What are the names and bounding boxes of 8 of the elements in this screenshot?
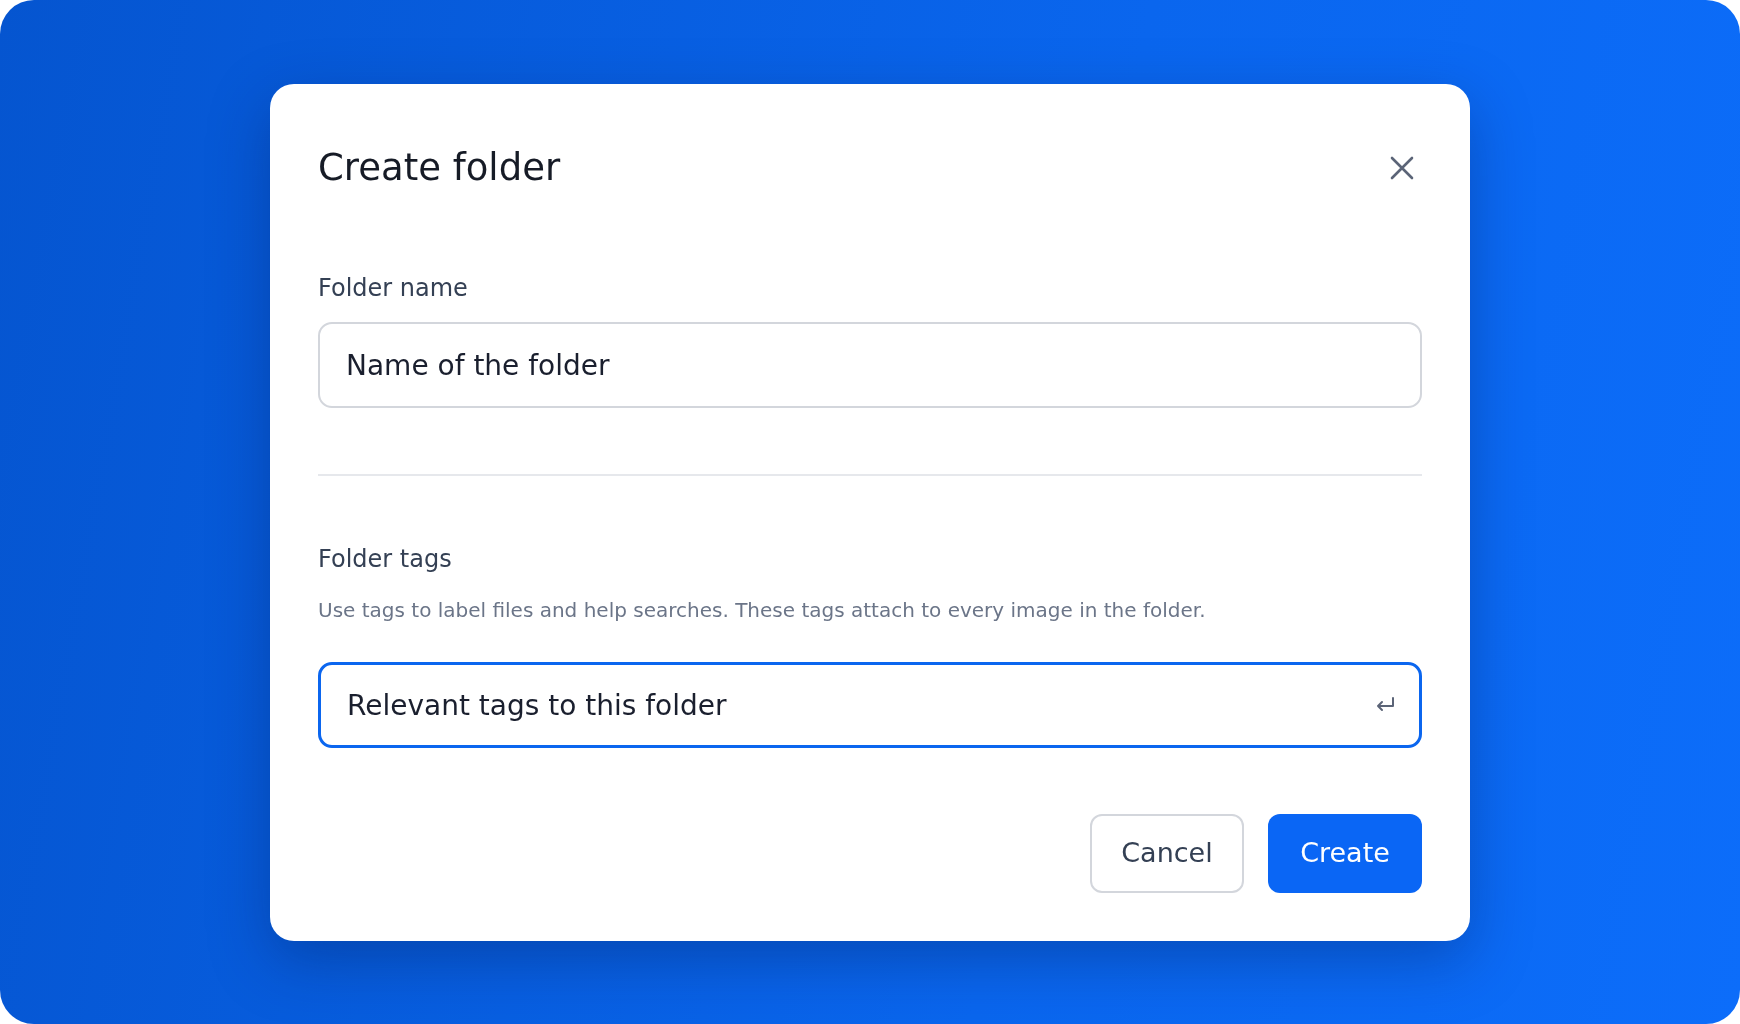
input-field[interactable]: Relevant tags to this folder: [318, 662, 1422, 749]
cancel-button[interactable]: Cancel: [1090, 814, 1244, 893]
field-label: Folder name: [318, 273, 469, 305]
field-label: Folder tags: [318, 544, 453, 576]
create-button[interactable]: Create: [1268, 814, 1422, 893]
input-field[interactable]: Name of the folder: [318, 322, 1422, 409]
hint-text: Use tags to label files and help searches. These tags attach to every image in the folder.: [318, 597, 1207, 625]
dialog-title: Create folder: [318, 146, 561, 191]
